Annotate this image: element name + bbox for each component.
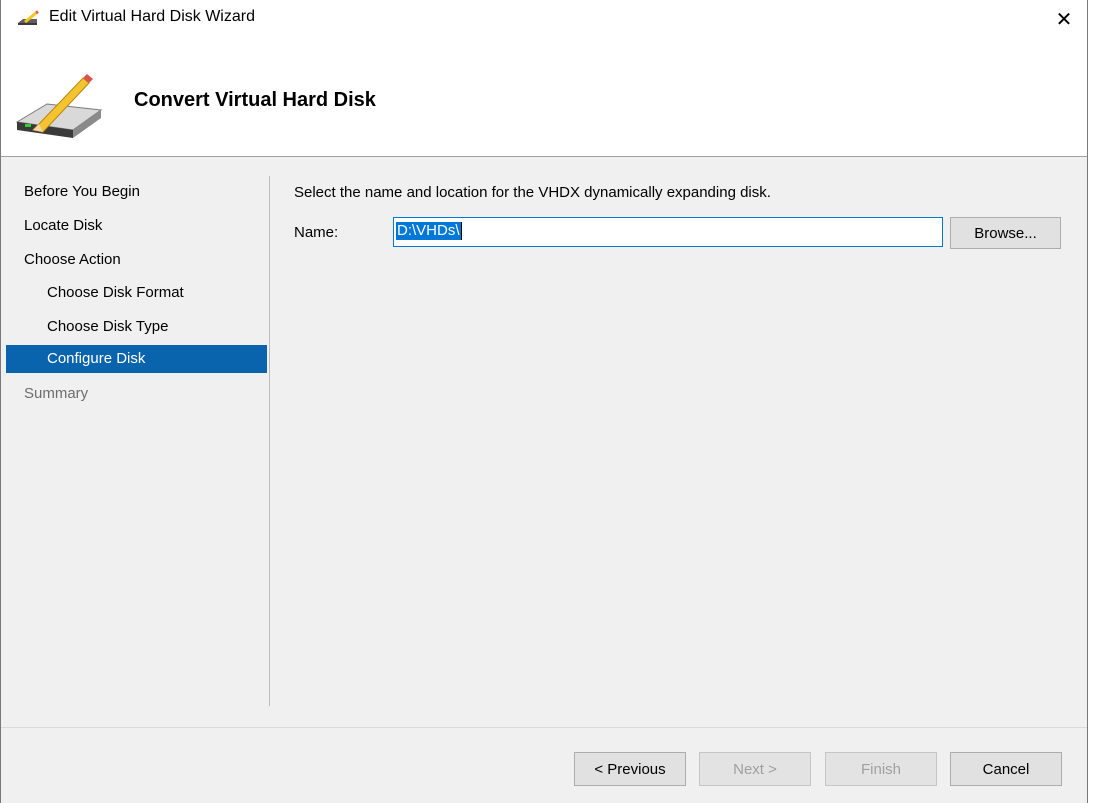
- previous-button[interactable]: < Previous: [574, 752, 686, 786]
- instruction-text: Select the name and location for the VHD…: [294, 184, 771, 201]
- window-title: Edit Virtual Hard Disk Wizard: [49, 8, 255, 25]
- browse-button[interactable]: Browse...: [950, 217, 1061, 249]
- wizard-window: Edit Virtual Hard Disk Wizard ✕ Convert …: [0, 0, 1088, 803]
- edit-disk-icon: [17, 10, 39, 28]
- step-choose-disk-type[interactable]: Choose Disk Type: [6, 313, 267, 341]
- hard-disk-pencil-icon: [13, 74, 105, 144]
- close-icon: ✕: [1055, 8, 1073, 31]
- title-bar: Edit Virtual Hard Disk Wizard ✕: [1, 0, 1087, 38]
- name-input[interactable]: D:\VHDs\: [393, 217, 943, 247]
- step-summary: Summary: [24, 385, 89, 402]
- step-locate-disk[interactable]: Locate Disk: [6, 212, 267, 240]
- step-configure-disk[interactable]: Configure Disk: [6, 345, 267, 373]
- finish-button: Finish: [825, 752, 937, 786]
- step-before-you-begin[interactable]: Before You Begin: [6, 178, 267, 206]
- step-choose-action[interactable]: Choose Action: [6, 246, 267, 274]
- sidebar-divider: [269, 176, 270, 706]
- next-button: Next >: [699, 752, 811, 786]
- name-input-value: D:\VHDs\: [396, 222, 461, 240]
- text-caret: [460, 222, 462, 240]
- page-title: Convert Virtual Hard Disk: [134, 89, 376, 111]
- wizard-header: Convert Virtual Hard Disk: [1, 38, 1087, 157]
- name-label: Name:: [294, 224, 339, 241]
- background-window: [1088, 0, 1099, 803]
- cancel-button[interactable]: Cancel: [950, 752, 1062, 786]
- wizard-steps-sidebar: Before You Begin Locate Disk Choose Acti…: [1, 157, 269, 727]
- step-choose-disk-format[interactable]: Choose Disk Format: [6, 279, 267, 307]
- close-button[interactable]: ✕: [1041, 0, 1087, 38]
